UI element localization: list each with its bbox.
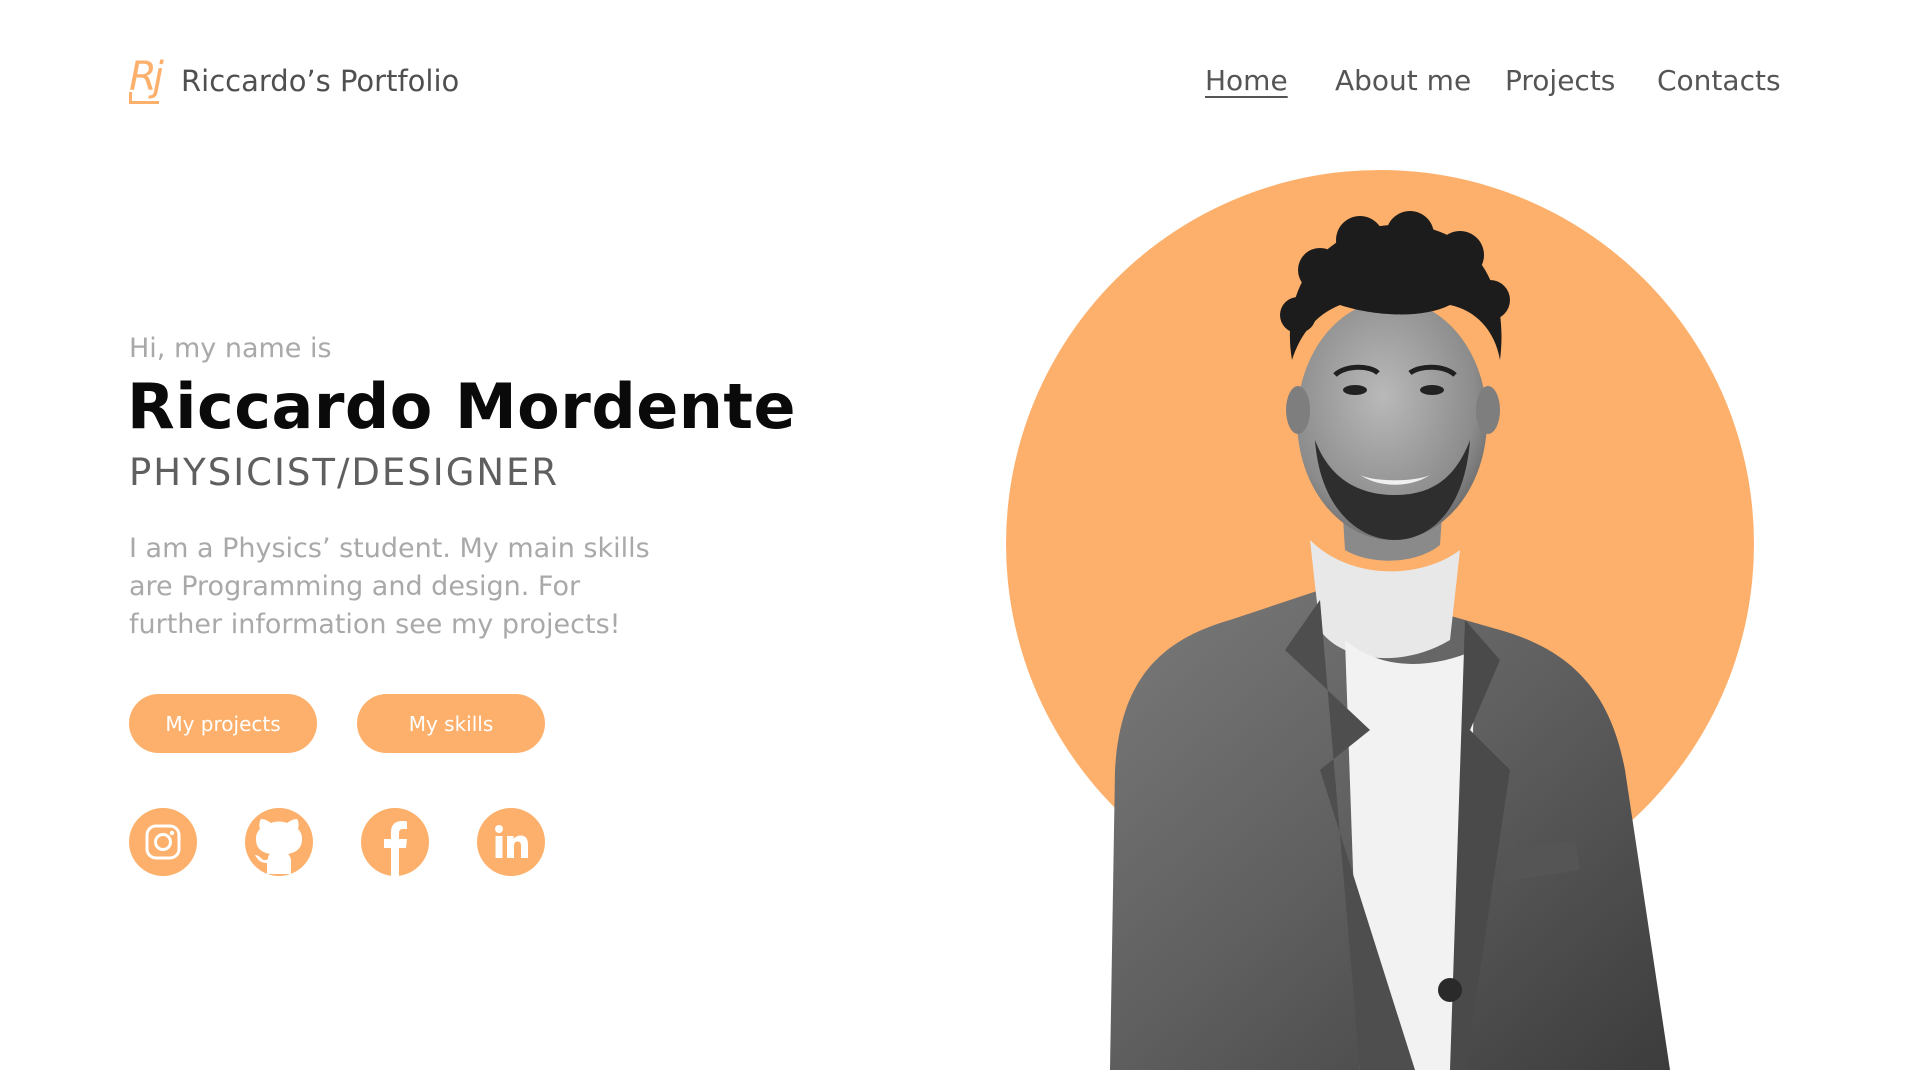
facebook-link[interactable] xyxy=(361,808,429,876)
linkedin-icon xyxy=(495,825,528,858)
hero-name: Riccardo Mordente xyxy=(127,370,797,443)
my-projects-button[interactable]: My projects xyxy=(129,694,317,753)
nav-item-about-me[interactable]: About me xyxy=(1335,64,1471,97)
facebook-icon xyxy=(384,821,407,876)
greeting-text: Hi, my name is xyxy=(129,333,332,364)
brand-name: Riccardo’s Portfolio xyxy=(181,64,460,98)
my-skills-button[interactable]: My skills xyxy=(357,694,545,753)
github-icon xyxy=(255,819,302,874)
instagram-link[interactable] xyxy=(129,808,197,876)
logo-icon: Rj xyxy=(129,54,167,104)
instagram-icon xyxy=(145,824,181,860)
nav-item-home[interactable]: Home xyxy=(1205,64,1288,97)
github-link[interactable] xyxy=(245,808,313,876)
linkedin-link[interactable] xyxy=(477,808,545,876)
person-portrait-image xyxy=(1110,211,1670,1070)
nav-item-contacts[interactable]: Contacts xyxy=(1657,64,1781,97)
portfolio-page: Rj Riccardo’s Portfolio Home About me Pr… xyxy=(0,0,1920,1080)
hero-role: PHYSICIST/DESIGNER xyxy=(129,451,560,494)
nav-item-projects[interactable]: Projects xyxy=(1505,64,1615,97)
brand-link[interactable]: Rj Riccardo’s Portfolio xyxy=(129,54,460,104)
hero-bio: I am a Physics’ student. My main skills … xyxy=(129,533,650,640)
